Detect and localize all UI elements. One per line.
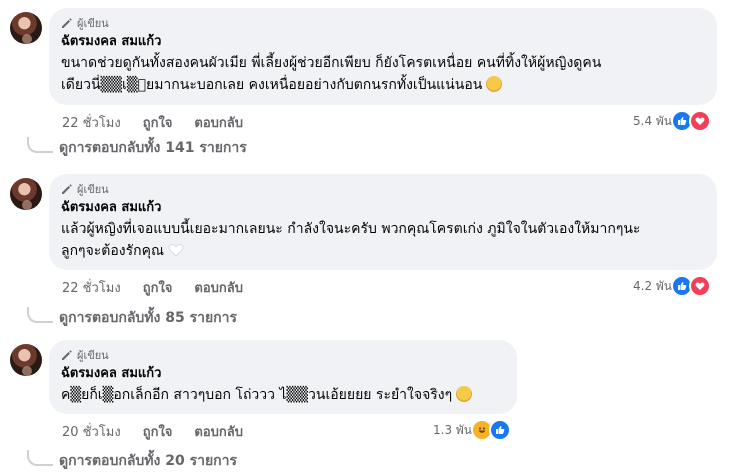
reply-button[interactable]: ตอบกลับ [194,421,243,442]
reaction-summary[interactable]: 4.2 พัน [633,275,712,297]
comment-bubble: ผู้เขียน ฉัตรมงคล สมแก้ว แล้วผู้หญิงที่เ… [49,174,717,270]
comment-actions: 22 ชั่วโมง ถูกใจ ตอบกลับ [62,113,265,131]
love-reaction-icon [689,275,712,297]
reply-thread-line [27,307,53,323]
like-button[interactable]: ถูกใจ [143,421,173,442]
comment-text: แล้วผู้หญิงที่เจอแบบนี้เยอะมากเลยนะ กำลั… [61,218,705,262]
reply-button[interactable]: ตอบกลับ [194,277,243,298]
author-badge: ผู้เขียน [61,182,705,196]
reaction-count: 4.2 พัน [633,278,673,293]
pencil-icon [62,18,72,28]
view-replies-label: ดูการตอบกลับทั้ง 141 รายการ [59,140,247,156]
comment-text: ขนาดช่วยดูกันทั้งสองคนผัวเมีย พี่เลี้ยงผ… [61,52,705,96]
comment-bubble: ผู้เขียน ฉัตรมงคล สมแก้ว ค▒ยก็เ▒อกเล็กอี… [49,340,517,414]
comment-bubble: ผู้เขียน ฉัตรมงคล สมแก้ว ขนาดช่วยดูกันทั… [49,8,717,105]
author-badge-label: ผู้เขียน [77,349,109,362]
comment-actions: 22 ชั่วโมง ถูกใจ ตอบกลับ [62,278,265,296]
reply-thread-line [27,137,53,153]
comment-actions: 20 ชั่วโมง ถูกใจ ตอบกลับ [62,422,265,440]
view-replies-link[interactable]: ดูการตอบกลับทั้ง 141 รายการ [27,137,247,159]
reply-thread-line [27,450,53,466]
reply-button[interactable]: ตอบกลับ [194,112,243,133]
comment-body: แล้วผู้หญิงที่เจอแบบนี้เยอะมากเลยนะ กำลั… [61,221,641,259]
like-button[interactable]: ถูกใจ [143,277,173,298]
avatar[interactable] [10,12,42,44]
pencil-icon [62,184,72,194]
comment-text: ค▒ยก็เ▒อกเล็กอีก สาวๆบอก โถ่ววว ไ▒▒วนเอ้… [61,384,505,406]
author-badge-label: ผู้เขียน [77,183,109,196]
love-reaction-icon [689,110,712,132]
comment-body: ค▒ยก็เ▒อกเล็กอีก สาวๆบอก โถ่ววว ไ▒▒วนเอ้… [61,387,453,403]
reaction-summary[interactable]: 1.3 พัน [433,419,512,441]
author-badge: ผู้เขียน [61,16,705,30]
like-button[interactable]: ถูกใจ [143,112,173,133]
commenter-name[interactable]: ฉัตรมงคล สมแก้ว [61,365,505,382]
like-reaction-icon [489,419,512,441]
comment-timestamp[interactable]: 22 ชั่วโมง [62,277,121,298]
commenter-name[interactable]: ฉัตรมงคล สมแก้ว [61,199,705,216]
reaction-summary[interactable]: 5.4 พัน [633,110,712,132]
view-replies-label: ดูการตอบกลับทั้ง 85 รายการ [59,310,238,326]
comment-timestamp[interactable]: 20 ชั่วโมง [62,421,121,442]
avatar[interactable] [10,344,42,376]
dizzy-face-emoji [486,76,503,92]
pencil-icon [62,350,72,360]
comment-body: ขนาดช่วยดูกันทั้งสองคนผัวเมีย พี่เลี้ยงผ… [61,55,602,93]
view-replies-link[interactable]: ดูการตอบกลับทั้ง 85 รายการ [27,307,238,329]
author-badge-label: ผู้เขียน [77,17,109,30]
reaction-count: 1.3 พัน [433,422,473,437]
avatar[interactable] [10,178,42,210]
view-replies-label: ดูการตอบกลับทั้ง 20 รายการ [59,453,238,469]
rolling-laughing-emoji [456,386,473,402]
view-replies-link[interactable]: ดูการตอบกลับทั้ง 20 รายการ [27,450,238,472]
reaction-count: 5.4 พัน [633,113,673,128]
commenter-name[interactable]: ฉัตรมงคล สมแก้ว [61,33,705,50]
author-badge: ผู้เขียน [61,348,505,362]
white-heart-emoji [168,242,184,258]
comment-timestamp[interactable]: 22 ชั่วโมง [62,112,121,133]
